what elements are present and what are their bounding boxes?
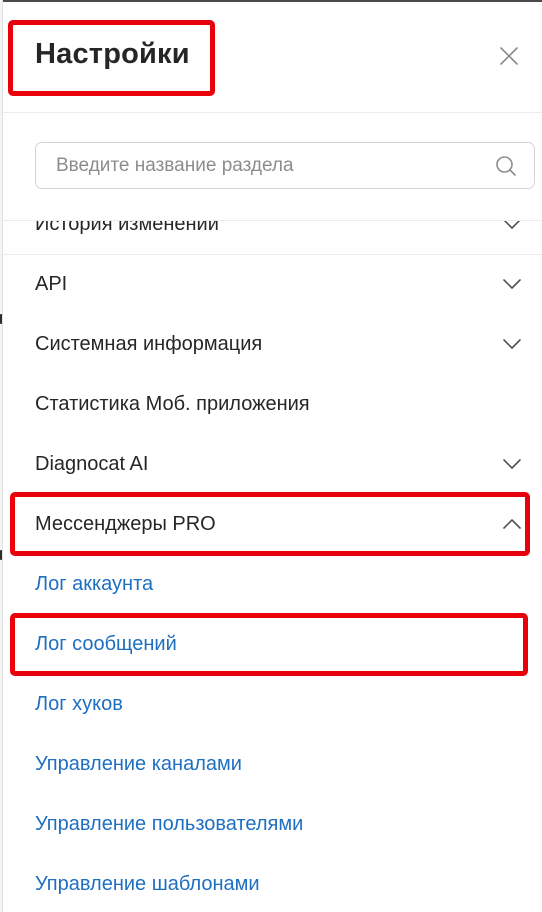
- chevron-down-icon: [503, 339, 521, 349]
- submenu-item-hook-log[interactable]: Лог хуков: [3, 674, 542, 734]
- chevron-up-icon: [503, 519, 521, 529]
- submenu-item-label[interactable]: Управление каналами: [35, 734, 242, 794]
- search-icon[interactable]: [494, 154, 518, 178]
- close-button[interactable]: [497, 44, 521, 68]
- submenu-item-label[interactable]: Лог аккаунта: [35, 554, 153, 614]
- submenu-item-label[interactable]: Управление шаблонами: [35, 854, 260, 912]
- settings-menu: История изменений API Системная информац…: [3, 220, 542, 912]
- chevron-down-icon: [503, 221, 521, 229]
- menu-item-history[interactable]: История изменений: [3, 220, 542, 255]
- submenu-item-label[interactable]: Лог хуков: [35, 674, 123, 734]
- submenu-item-label[interactable]: Управление пользователями: [35, 794, 303, 854]
- close-icon: [500, 47, 518, 65]
- submenu-item-label[interactable]: Лог сообщений: [35, 614, 177, 674]
- menu-item-label: История изменений: [35, 220, 219, 235]
- menu-item-label: Статистика Моб. приложения: [35, 393, 310, 415]
- menu-item-label: Мессенджеры PRO: [35, 513, 216, 535]
- search-box[interactable]: [35, 142, 535, 189]
- menu-item-system-info[interactable]: Системная информация: [3, 314, 542, 374]
- chevron-down-icon: [503, 459, 521, 469]
- menu-item-label: Diagnocat AI: [35, 453, 149, 475]
- menu-item-mobile-stats[interactable]: Статистика Моб. приложения: [3, 374, 542, 434]
- menu-item-label: Системная информация: [35, 333, 263, 355]
- submenu-item-account-log[interactable]: Лог аккаунта: [3, 554, 542, 614]
- submenu-item-message-log[interactable]: Лог сообщений: [3, 614, 542, 674]
- search-input[interactable]: [56, 151, 486, 181]
- submenu-item-template-management[interactable]: Управление шаблонами: [3, 854, 542, 912]
- menu-item-api[interactable]: API: [3, 254, 542, 314]
- menu-item-diagnocat[interactable]: Diagnocat AI: [3, 434, 542, 494]
- submenu-item-channel-management[interactable]: Управление каналами: [3, 734, 542, 794]
- menu-item-messengers-pro[interactable]: Мессенджеры PRO: [3, 494, 542, 554]
- chevron-down-icon: [503, 279, 521, 289]
- menu-item-label: API: [35, 273, 68, 295]
- settings-panel: Настройки История изменений API: [2, 0, 542, 912]
- page-title: Настройки: [35, 38, 190, 70]
- panel-header: Настройки: [3, 0, 542, 113]
- submenu-item-user-management[interactable]: Управление пользователями: [3, 794, 542, 854]
